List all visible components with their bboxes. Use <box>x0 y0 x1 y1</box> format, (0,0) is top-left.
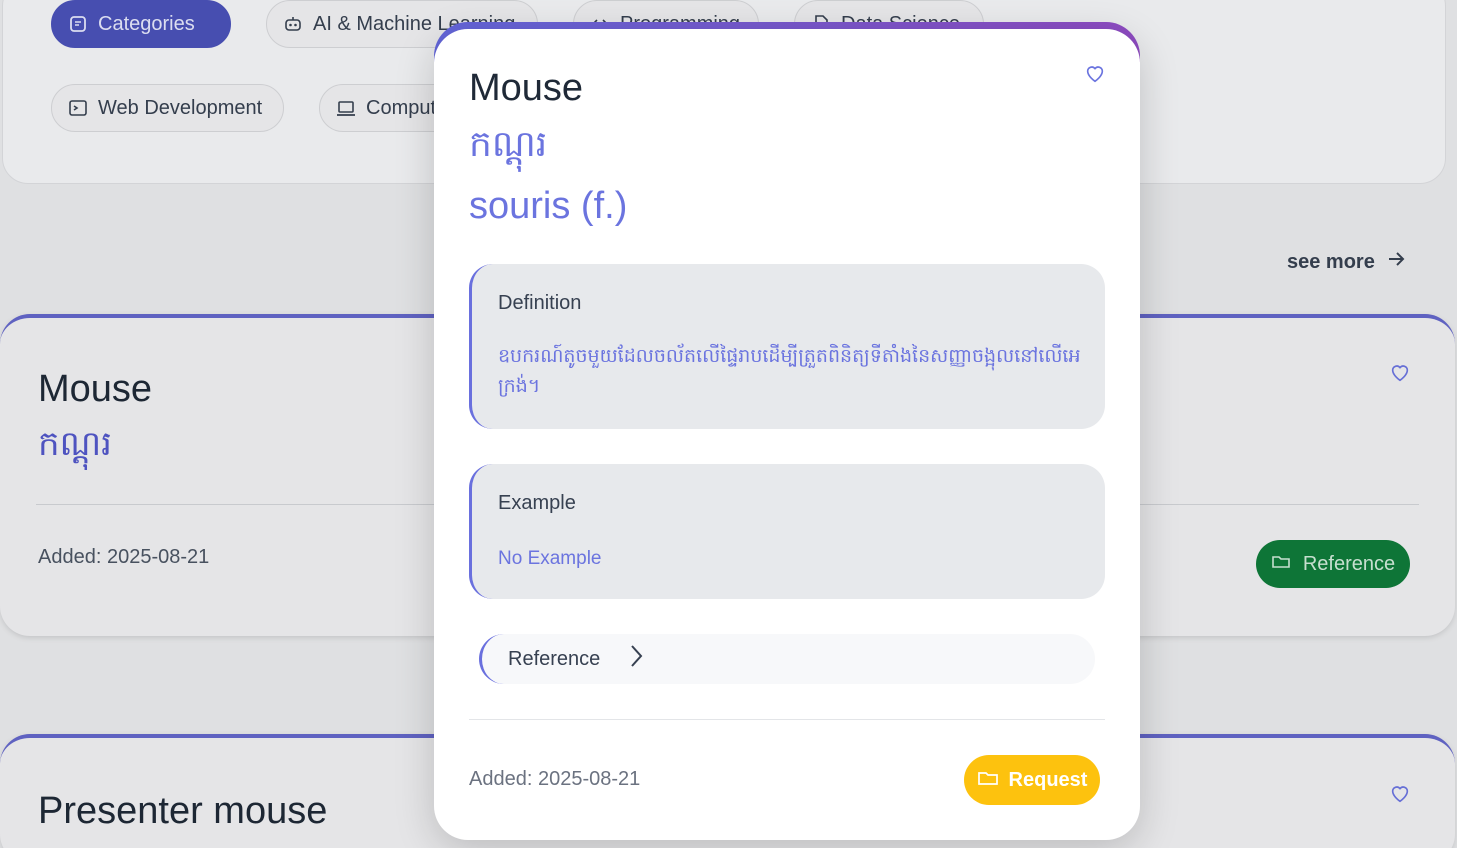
modal-added-date: Added: 2025-08-21 <box>469 768 641 790</box>
word-detail-modal: Mouse កណ្ដុរ souris (f.) Definition ឧបករ… <box>434 29 1140 840</box>
reference-toggle[interactable]: Reference <box>479 634 1095 684</box>
definition-text: ឧបករណ៍តូចមួយដែលចល័តលើផ្ទៃរាបដើម្បីត្រួតព… <box>498 346 1081 397</box>
reference-label: Reference <box>508 647 601 670</box>
heart-icon[interactable] <box>1084 62 1106 84</box>
example-label: Example <box>498 492 576 514</box>
modal-word-title: Mouse <box>469 67 584 109</box>
definition-box: Definition ឧបករណ៍តូចមួយដែលចល័តលើផ្ទៃរាបដ… <box>469 264 1105 429</box>
chevron-right-icon <box>628 643 644 675</box>
modal-french-translation: souris (f.) <box>469 185 628 227</box>
request-button-label: Request <box>1008 768 1088 791</box>
request-button[interactable]: Request <box>964 755 1100 805</box>
example-text: No Example <box>498 548 602 569</box>
folder-icon <box>977 767 999 793</box>
modal-divider <box>469 719 1105 720</box>
example-box: Example No Example <box>469 464 1105 599</box>
definition-label: Definition <box>498 292 582 314</box>
modal-khmer-translation: កណ្ដុរ <box>469 123 548 164</box>
